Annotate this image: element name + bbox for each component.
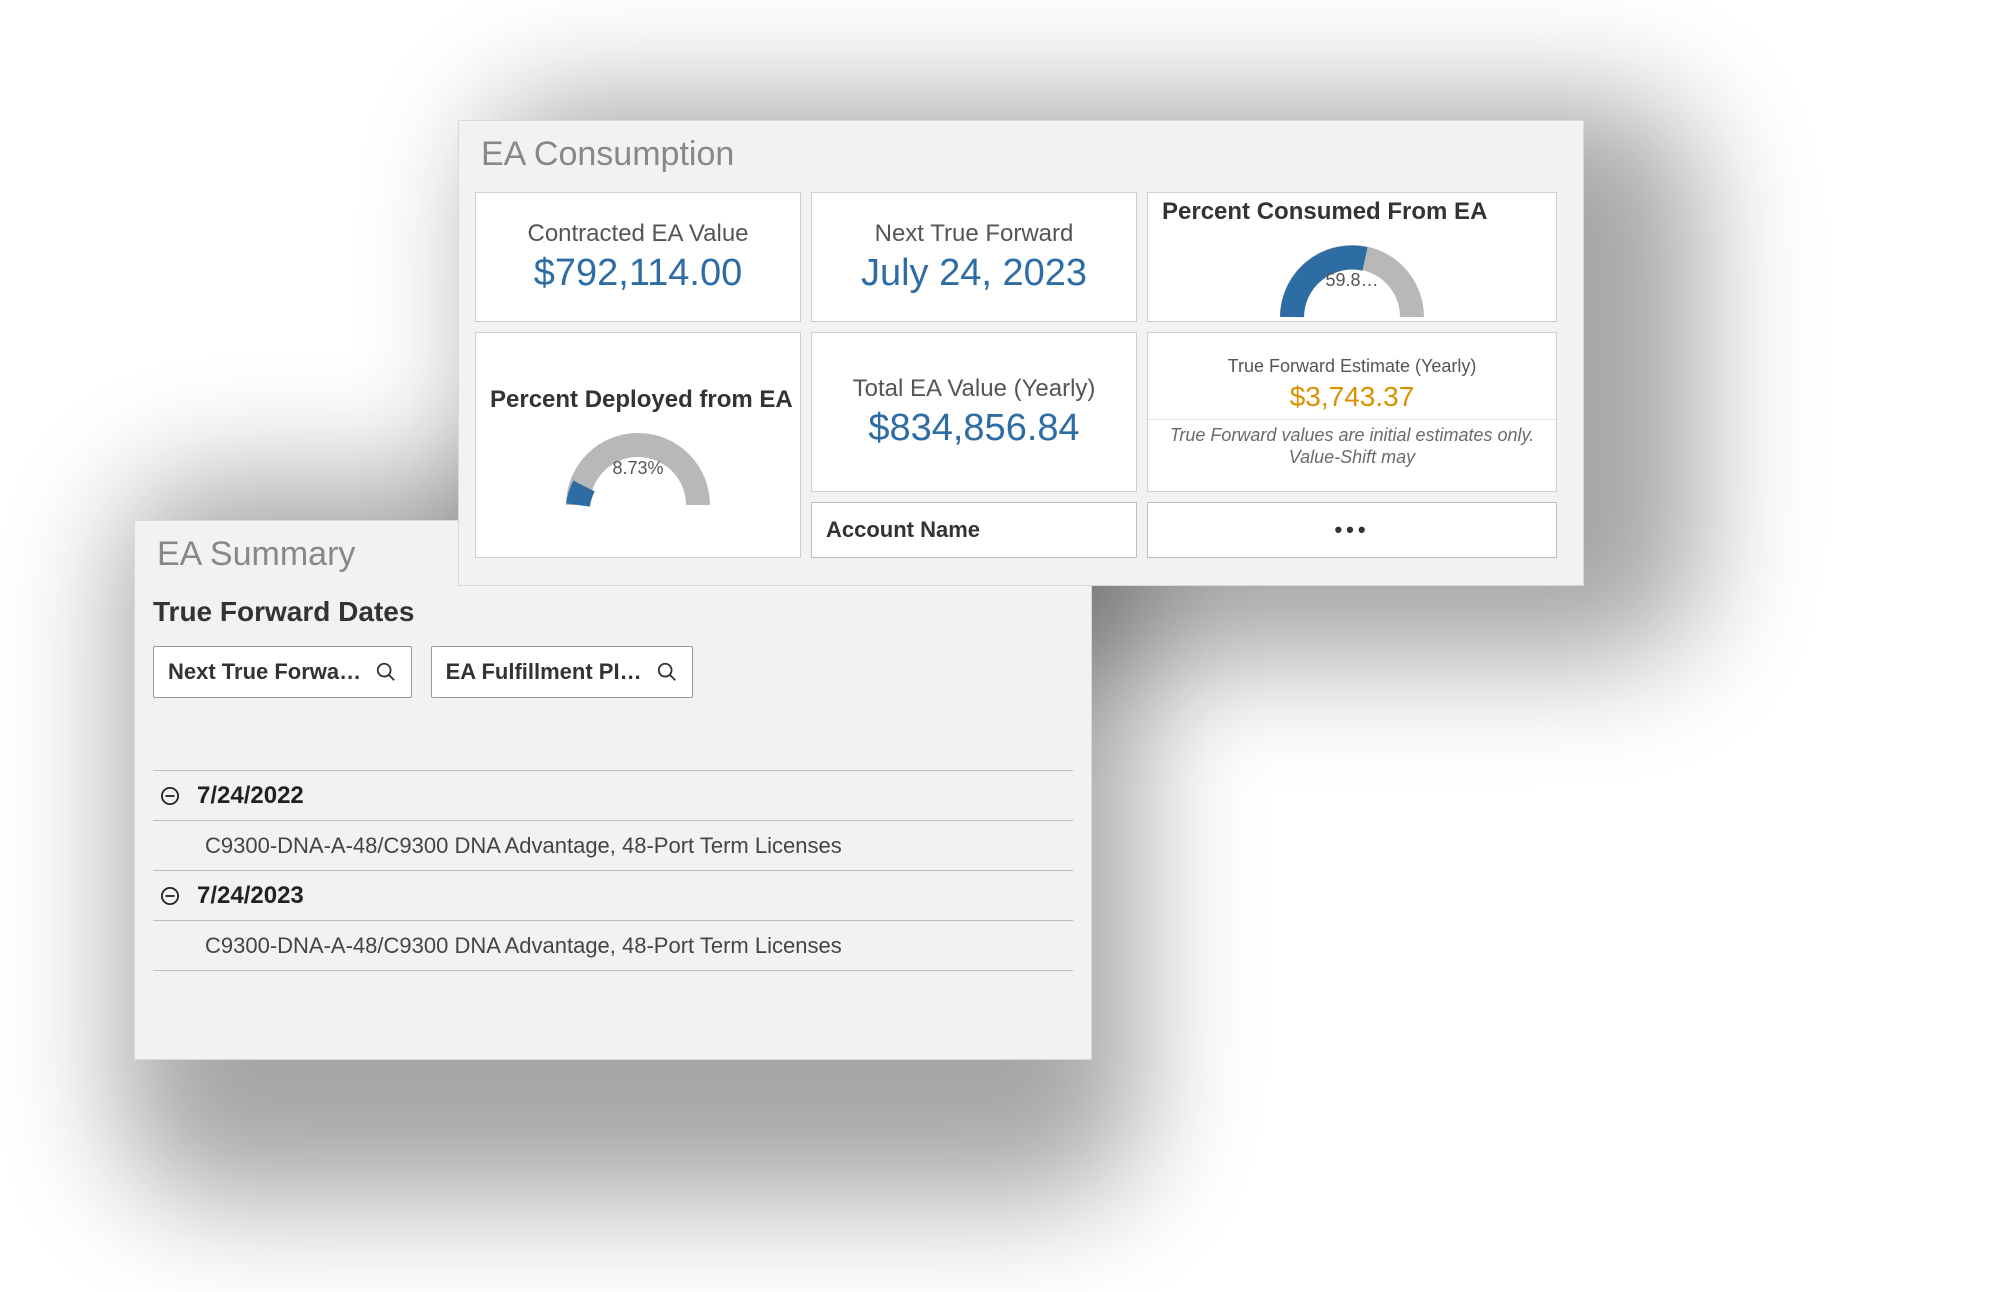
percent-consumed-tile: Percent Consumed From EA 59.8… <box>1147 192 1557 322</box>
search-icon <box>375 661 397 683</box>
true-forward-dates-heading: True Forward Dates <box>153 596 1073 628</box>
date-group-date: 7/24/2022 <box>197 782 304 810</box>
contracted-ea-value: $792,114.00 <box>534 252 743 295</box>
true-forward-estimate-label: True Forward Estimate (Yearly) <box>1228 356 1477 377</box>
ellipsis-icon: ••• <box>1334 517 1369 543</box>
date-group-date: 7/24/2023 <box>197 882 304 910</box>
date-group-item[interactable]: C9300-DNA-A-48/C9300 DNA Advantage, 48-P… <box>153 921 1073 971</box>
filter-ea-fulfillment[interactable]: EA Fulfillment PI… <box>431 646 693 698</box>
contracted-ea-value-tile: Contracted EA Value $792,114.00 <box>475 192 801 322</box>
collapse-icon[interactable] <box>159 785 181 807</box>
percent-consumed-gauge: 59.8… <box>1267 232 1437 327</box>
account-name-field: Account Name <box>811 502 1137 558</box>
next-true-forward-value: July 24, 2023 <box>861 252 1087 295</box>
contracted-ea-value-label: Contracted EA Value <box>527 220 748 248</box>
total-ea-value: $834,856.84 <box>868 407 1079 450</box>
filter-bar: Next True Forwa… EA Fulfillment PI… <box>153 646 1073 698</box>
filter-label: EA Fulfillment PI… <box>446 659 642 685</box>
filter-label: Next True Forwa… <box>168 659 361 685</box>
filter-next-true-forward[interactable]: Next True Forwa… <box>153 646 412 698</box>
date-group-header[interactable]: 7/24/2023 <box>153 871 1073 921</box>
date-group-item[interactable]: C9300-DNA-A-48/C9300 DNA Advantage, 48-P… <box>153 821 1073 871</box>
account-select-dropdown[interactable]: ••• <box>1147 502 1557 558</box>
percent-consumed-value: 59.8… <box>1267 270 1437 291</box>
ea-consumption-title: EA Consumption <box>459 121 1583 184</box>
true-forward-date-list: 7/24/2022 C9300-DNA-A-48/C9300 DNA Advan… <box>153 770 1073 971</box>
percent-deployed-value: 8.73% <box>553 458 723 479</box>
total-ea-value-tile: Total EA Value (Yearly) $834,856.84 <box>811 332 1137 492</box>
account-name-label: Account Name <box>826 517 980 543</box>
true-forward-estimate-tile: True Forward Estimate (Yearly) $3,743.37… <box>1147 332 1557 492</box>
total-ea-value-label: Total EA Value (Yearly) <box>853 375 1096 403</box>
percent-deployed-gauge: 8.73% <box>553 420 723 515</box>
true-forward-estimate-note: True Forward values are initial estimate… <box>1148 419 1556 469</box>
percent-deployed-label: Percent Deployed from EA <box>476 386 793 414</box>
ea-consumption-panel: EA Consumption Contracted EA Value $792,… <box>458 120 1584 586</box>
ea-summary-panel: EA Summary True Forward Dates Next True … <box>134 520 1092 1060</box>
date-group-item-text: C9300-DNA-A-48/C9300 DNA Advantage, 48-P… <box>205 933 842 959</box>
date-group-item-text: C9300-DNA-A-48/C9300 DNA Advantage, 48-P… <box>205 833 842 859</box>
true-forward-estimate-value: $3,743.37 <box>1290 381 1415 413</box>
next-true-forward-label: Next True Forward <box>875 220 1074 248</box>
percent-consumed-label: Percent Consumed From EA <box>1148 198 1487 226</box>
search-icon <box>656 661 678 683</box>
next-true-forward-tile: Next True Forward July 24, 2023 <box>811 192 1137 322</box>
collapse-icon[interactable] <box>159 885 181 907</box>
percent-deployed-tile: Percent Deployed from EA 8.73% <box>475 332 801 558</box>
date-group-header[interactable]: 7/24/2022 <box>153 771 1073 821</box>
